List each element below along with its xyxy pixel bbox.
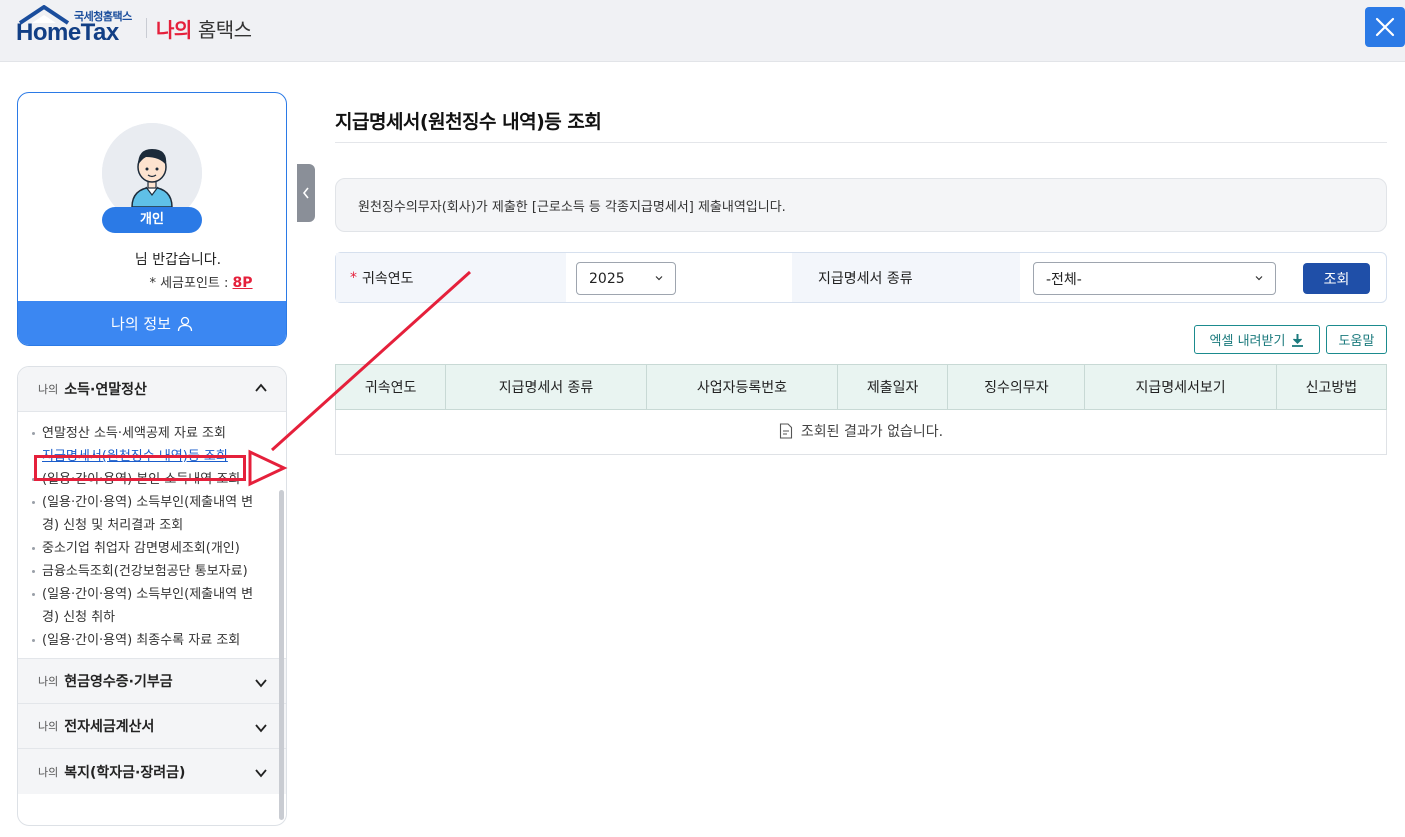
- year-label-cell: * 귀속연도: [336, 253, 566, 302]
- close-icon: [1375, 17, 1395, 37]
- page-title: 지급명세서(원천징수 내역)등 조회: [335, 111, 602, 133]
- submenu-item[interactable]: 금융소득조회(건강보험공단 통보자료): [32, 560, 286, 583]
- submenu-item[interactable]: (일용·간이·용역) 최종수록 자료 조회: [32, 629, 286, 652]
- statement-type-select[interactable]: -전체-: [1033, 262, 1276, 295]
- column-header: 징수의무자: [947, 364, 1086, 410]
- download-icon: [1292, 333, 1304, 347]
- chevron-left-icon: [302, 187, 309, 199]
- tax-points: * 세금포인트 : 8P: [18, 272, 286, 291]
- empty-result-cell: 조회된 결과가 없습니다.: [335, 409, 1387, 455]
- submenu-item[interactable]: (일용·간이·용역) 소득부인(제출내역 변경) 신청 및 처리결과 조회: [32, 491, 258, 537]
- column-header: 신고방법: [1275, 364, 1388, 410]
- chevron-down-icon: [255, 724, 267, 733]
- title-divider: [335, 142, 1387, 143]
- title-highlight: 나의: [156, 18, 192, 42]
- my-hometax-title: 나의 홈택스: [156, 14, 252, 43]
- title-rest: 홈택스: [197, 18, 252, 42]
- chevron-up-icon: [255, 383, 267, 392]
- points-label: 세금포인트 :: [160, 276, 229, 291]
- points-asterisk: *: [149, 276, 156, 291]
- logo-wordmark: HomeTax: [16, 19, 119, 46]
- type-label: 지급명세서 종류: [792, 253, 1020, 302]
- close-button[interactable]: [1365, 7, 1405, 47]
- submenu-income: 연말정산 소득·세액공제 자료 조회 지급명세서(원천징수 내역)등 조회 (일…: [18, 412, 286, 659]
- chevron-down-icon: [655, 276, 663, 281]
- greeting-text: 님 반갑습니다.: [134, 252, 222, 268]
- required-mark: *: [350, 269, 357, 286]
- column-header: 귀속연도: [334, 364, 447, 410]
- menu-section-prefix: 나의: [38, 383, 59, 396]
- sidebar-collapse-button[interactable]: [297, 164, 315, 222]
- submenu-item[interactable]: (일용·간이·용역) 소득부인(제출내역 변경) 신청 취하: [32, 583, 258, 629]
- empty-result: 조회된 결과가 없습니다.: [779, 421, 943, 441]
- menu-section-title: 전자세금계산서: [64, 719, 155, 735]
- column-header: 지급명세서 종류: [445, 364, 647, 410]
- menu-section-title: 소득·연말정산: [64, 382, 147, 398]
- points-value[interactable]: 8P: [233, 275, 253, 291]
- year-select[interactable]: 2025: [576, 262, 676, 295]
- year-select-value: 2025: [589, 270, 625, 287]
- excel-download-label: 엑셀 내려받기: [1209, 334, 1286, 349]
- menu-section-cash-receipt[interactable]: 나의 현금영수증·기부금: [18, 659, 286, 704]
- table-header-row: 귀속연도 지급명세서 종류 사업자등록번호 제출일자 징수의무자 지급명세서보기…: [334, 364, 1388, 410]
- side-menu: 나의 소득·연말정산 연말정산 소득·세액공제 자료 조회 지급명세서(원천징수…: [17, 366, 287, 826]
- chevron-down-icon: [1255, 276, 1263, 281]
- column-header: 제출일자: [837, 364, 949, 410]
- search-button[interactable]: 조회: [1303, 263, 1370, 294]
- user-icon: [177, 316, 193, 331]
- menu-section-prefix: 나의: [38, 765, 59, 779]
- submenu-item[interactable]: 중소기업 취업자 감면명세조회(개인): [32, 537, 286, 560]
- menu-section-title: 현금영수증·기부금: [64, 674, 173, 690]
- my-info-label: 나의 정보: [111, 315, 171, 333]
- type-select-value: -전체-: [1046, 271, 1082, 288]
- chevron-down-icon: [255, 679, 267, 688]
- menu-scrollbar[interactable]: [279, 490, 284, 820]
- chevron-down-icon: [255, 769, 267, 778]
- empty-result-message: 조회된 결과가 없습니다.: [800, 424, 944, 440]
- menu-section-welfare[interactable]: 나의 복지(학자금·장려금): [18, 749, 286, 794]
- info-notice: 원천징수의무자(회사)가 제출한 [근로소득 등 각종지급명세서] 제출내역입니…: [335, 178, 1387, 232]
- year-label: 귀속연도: [362, 270, 414, 287]
- user-type-badge: 개인: [102, 207, 202, 233]
- top-header: 국세청홈택스 HomeTax 나의 홈택스: [0, 0, 1405, 62]
- help-button[interactable]: 도움말: [1326, 325, 1387, 354]
- search-form: * 귀속연도 2025 지급명세서 종류 -전체- 조회: [335, 252, 1387, 303]
- document-icon: [779, 423, 792, 439]
- menu-section-prefix: 나의: [38, 675, 59, 688]
- column-header: 지급명세서보기: [1084, 364, 1277, 410]
- menu-section-income[interactable]: 나의 소득·연말정산: [18, 367, 286, 412]
- submenu-item[interactable]: 연말정산 소득·세액공제 자료 조회: [32, 422, 286, 445]
- results-table: 귀속연도 지급명세서 종류 사업자등록번호 제출일자 징수의무자 지급명세서보기…: [334, 364, 1388, 455]
- my-info-button[interactable]: 나의 정보: [18, 301, 286, 345]
- menu-section-title: 복지(학자금·장려금): [64, 764, 186, 781]
- profile-card: 개인 님 반갑습니다. * 세금포인트 : 8P 나의 정보: [17, 92, 287, 346]
- annotation-highlight-box: [34, 455, 246, 481]
- table-row: 조회된 결과가 없습니다.: [335, 409, 1387, 455]
- hometax-logo[interactable]: 국세청홈택스 HomeTax: [16, 5, 136, 47]
- column-header: 사업자등록번호: [645, 364, 839, 410]
- excel-download-button[interactable]: 엑셀 내려받기: [1194, 325, 1320, 354]
- menu-section-prefix: 나의: [38, 720, 59, 733]
- header-divider: [146, 18, 147, 38]
- menu-section-e-invoice[interactable]: 나의 전자세금계산서: [18, 704, 286, 749]
